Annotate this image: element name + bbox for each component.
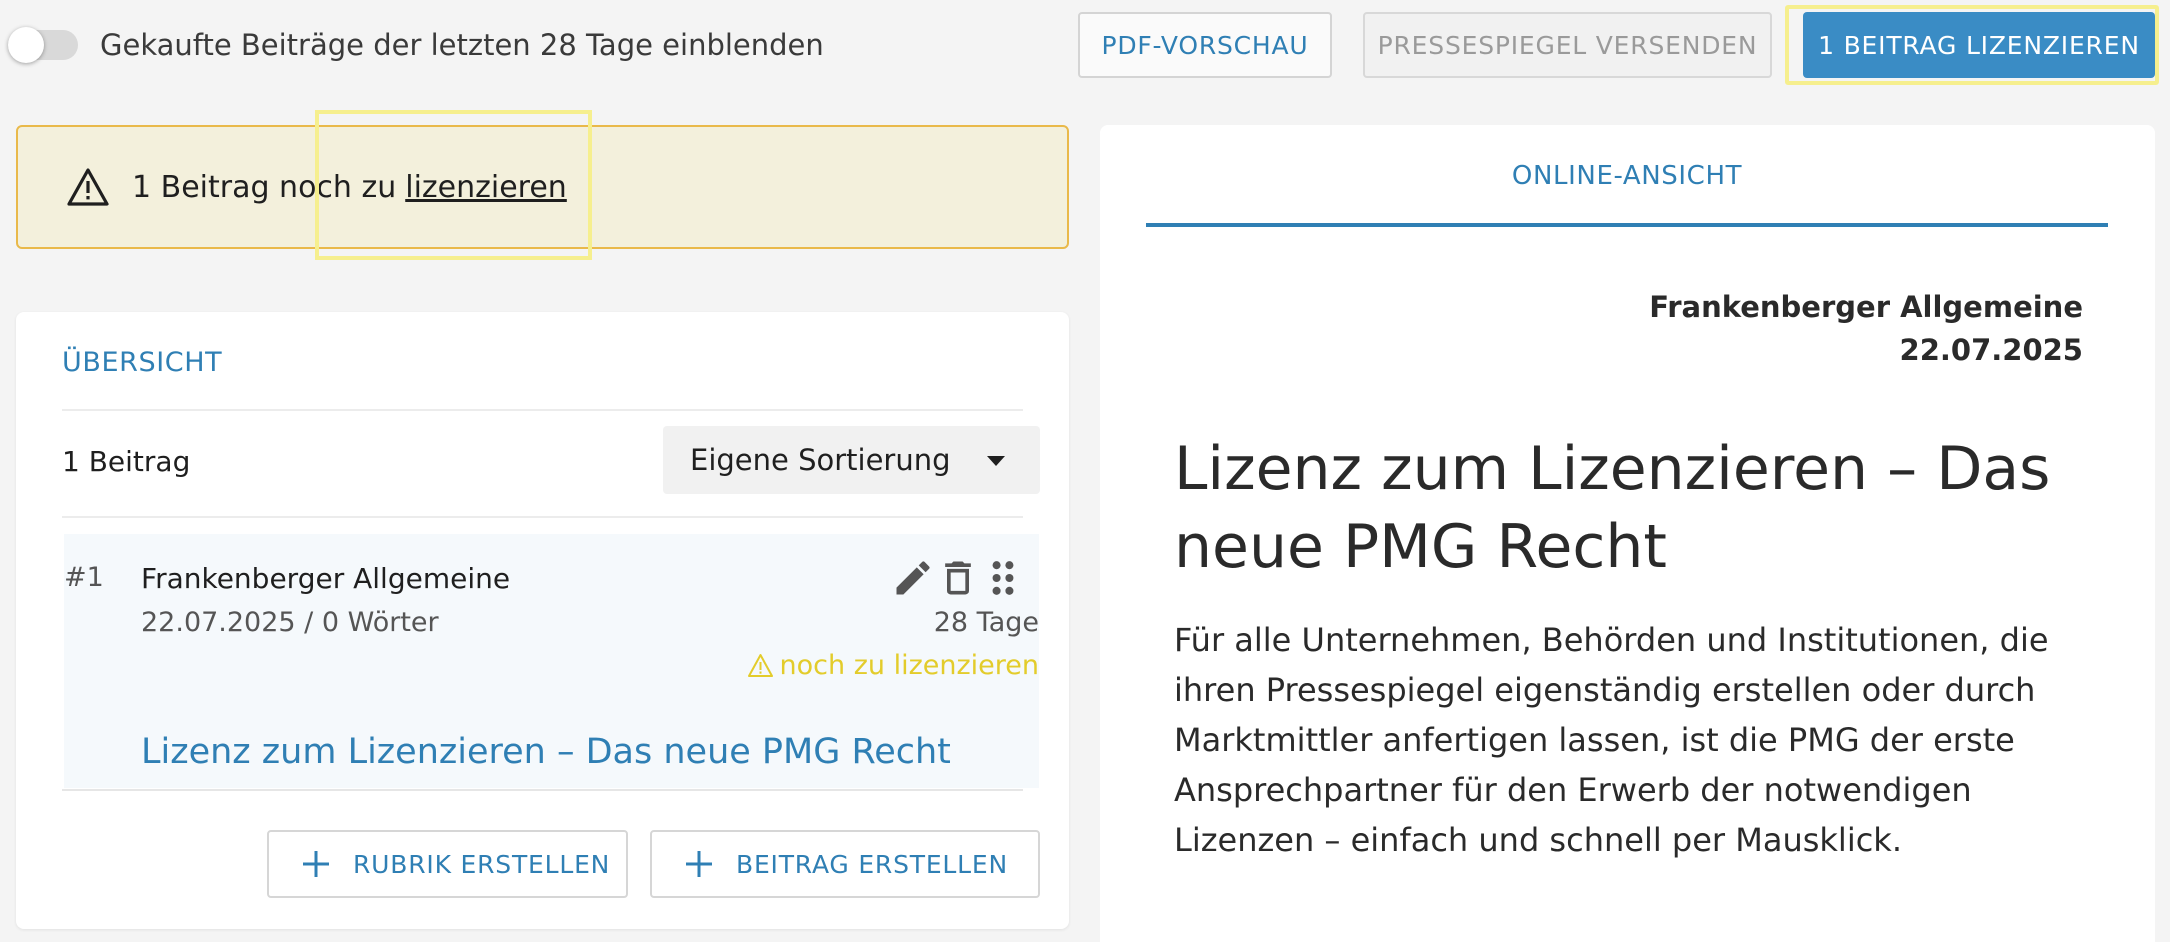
- publication-date: 22.07.2025: [1899, 333, 2083, 367]
- divider: [62, 409, 1023, 411]
- toggle-label: Gekaufte Beiträge der letzten 28 Tage ei…: [100, 28, 824, 62]
- trash-icon[interactable]: [936, 556, 980, 600]
- license-status-text: noch zu lizenzieren: [779, 650, 1039, 681]
- article-body: Für alle Unternehmen, Behörden und Insti…: [1174, 621, 2049, 859]
- warning-triangle-icon: [747, 654, 773, 677]
- toggle-knob: [8, 27, 44, 63]
- sort-selected-value: Eigene Sortierung: [690, 443, 951, 477]
- overview-title: ÜBERSICHT: [62, 347, 223, 378]
- create-article-button[interactable]: BEITRAG ERSTELLEN: [650, 830, 1040, 898]
- article-headline[interactable]: Lizenz zum Lizenzieren – Das neue PMG Re…: [141, 732, 951, 772]
- publication-source: Frankenberger Allgemeine: [1649, 290, 2083, 324]
- days-remaining: 28 Tage: [933, 607, 1039, 638]
- article-meta: 22.07.2025 / 0 Wörter: [141, 607, 439, 638]
- license-warning-banner: 1 Beitrag noch zu lizenzieren: [16, 125, 1069, 249]
- send-press-review-button[interactable]: PRESSESPIEGEL VERSENDEN: [1363, 12, 1772, 78]
- article-number: #1: [64, 562, 104, 593]
- article-source: Frankenberger Allgemeine: [141, 562, 511, 595]
- active-tab-indicator: [1146, 223, 2108, 227]
- drag-handle-icon[interactable]: [981, 556, 1025, 600]
- license-link[interactable]: lizenzieren: [405, 170, 567, 205]
- license-article-button[interactable]: 1 BEITRAG LIZENZIEREN: [1803, 12, 2155, 78]
- overview-panel: ÜBERSICHT 1 Beitrag Eigene Sortierung #1…: [16, 312, 1069, 929]
- warning-triangle-icon: [67, 168, 109, 206]
- tab-online-view[interactable]: ONLINE-ANSICHT: [1146, 125, 2108, 226]
- online-view-panel: ONLINE-ANSICHT Frankenberger Allgemeine …: [1100, 125, 2155, 942]
- article-count: 1 Beitrag: [62, 445, 191, 478]
- divider: [62, 516, 1023, 518]
- article-list-item[interactable]: #1 Frankenberger Allgemeine 22.07.2025 /…: [64, 534, 1039, 788]
- sort-dropdown[interactable]: Eigene Sortierung: [663, 426, 1040, 494]
- divider: [62, 789, 1023, 791]
- license-status: noch zu lizenzieren: [747, 650, 1039, 681]
- warning-message: 1 Beitrag noch zu: [132, 169, 397, 205]
- create-section-button[interactable]: RUBRIK ERSTELLEN: [267, 830, 628, 898]
- pdf-preview-button[interactable]: PDF-VORSCHAU: [1078, 12, 1332, 78]
- plus-icon: [686, 851, 712, 877]
- caret-down-icon: [987, 456, 1005, 466]
- create-section-label: RUBRIK ERSTELLEN: [353, 849, 611, 879]
- plus-icon: [303, 851, 329, 877]
- pencil-icon[interactable]: [891, 556, 935, 600]
- article-title: Lizenz zum Lizenzieren – Das neue PMG Re…: [1174, 434, 2051, 582]
- create-article-label: BEITRAG ERSTELLEN: [736, 849, 1008, 879]
- show-purchased-toggle[interactable]: [8, 27, 78, 63]
